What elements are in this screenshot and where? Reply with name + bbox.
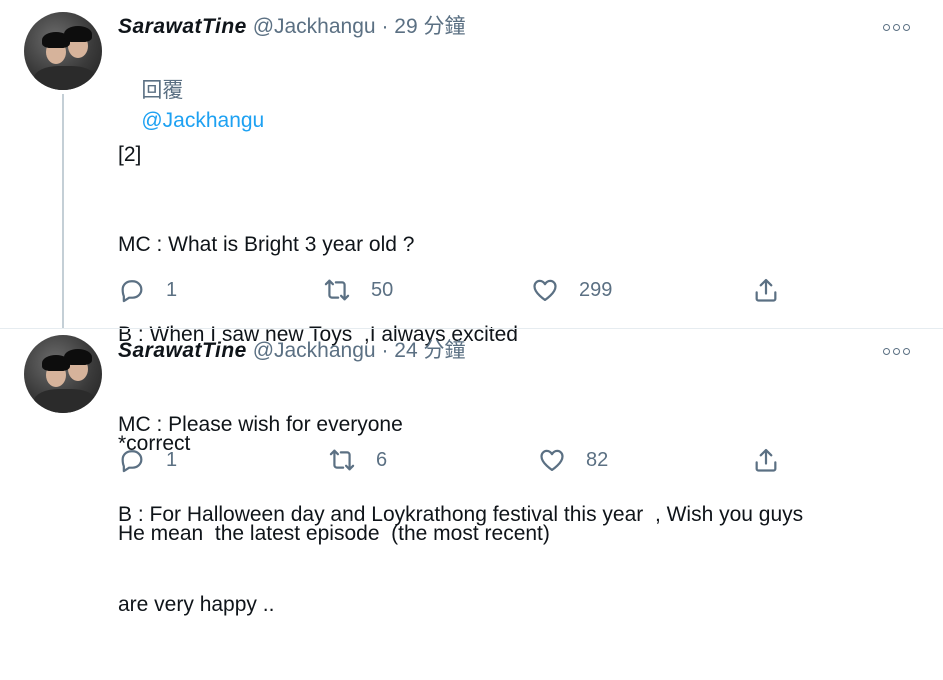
separator-dot: · bbox=[381, 339, 389, 362]
tweet-header: SarawatTine @Jackhangu · 29 分鐘 bbox=[118, 14, 465, 40]
tweet-line: He mean the latest episode (the most rec… bbox=[118, 522, 550, 545]
share-button[interactable] bbox=[752, 275, 780, 305]
tweet-time[interactable]: 24 分鐘 bbox=[394, 339, 465, 362]
like-button[interactable]: 82 bbox=[538, 445, 608, 475]
avatar[interactable] bbox=[24, 12, 102, 90]
reply-icon bbox=[121, 450, 143, 473]
tweet[interactable]: SarawatTine @Jackhangu · 24 分鐘 *correct … bbox=[0, 329, 943, 545]
retweet-icon bbox=[324, 279, 350, 301]
tweet-time[interactable]: 29 分鐘 bbox=[394, 15, 465, 38]
user-handle[interactable]: @Jackhangu bbox=[253, 339, 376, 362]
tweet-line: [2] bbox=[118, 143, 142, 166]
tweet-header: SarawatTine @Jackhangu · 24 分鐘 bbox=[118, 338, 465, 364]
separator-dot: · bbox=[381, 15, 389, 38]
retweet-button[interactable]: 50 bbox=[323, 275, 393, 305]
like-icon bbox=[540, 449, 564, 472]
tweet[interactable]: SarawatTine @Jackhangu · 29 分鐘 回覆 @Jackh… bbox=[0, 0, 943, 616]
retweet-button[interactable]: 6 bbox=[328, 445, 387, 475]
like-icon bbox=[533, 279, 557, 302]
display-name[interactable]: SarawatTine bbox=[118, 339, 247, 362]
thread-line bbox=[62, 94, 64, 328]
share-icon bbox=[755, 278, 777, 302]
more-icon[interactable] bbox=[883, 346, 911, 356]
retweet-count: 6 bbox=[376, 448, 388, 471]
reply-count: 1 bbox=[166, 278, 178, 301]
like-count: 299 bbox=[579, 278, 613, 301]
user-handle[interactable]: @Jackhangu bbox=[253, 15, 376, 38]
retweet-icon bbox=[329, 449, 355, 471]
avatar[interactable] bbox=[24, 335, 102, 413]
tweet-actions: 1 6 82 bbox=[118, 445, 798, 475]
tweet-line: MC : What is Bright 3 year old ? bbox=[118, 233, 415, 256]
share-button[interactable] bbox=[752, 445, 780, 475]
more-icon[interactable] bbox=[883, 22, 911, 32]
display-name[interactable]: SarawatTine bbox=[118, 15, 247, 38]
reply-icon bbox=[121, 280, 143, 303]
tweet-actions: 1 50 299 bbox=[118, 275, 798, 305]
reply-count: 1 bbox=[166, 448, 178, 471]
reply-button[interactable]: 1 bbox=[118, 445, 177, 475]
retweet-count: 50 bbox=[371, 278, 394, 301]
like-count: 82 bbox=[586, 448, 609, 471]
like-button[interactable]: 299 bbox=[531, 275, 612, 305]
tweet-text: *correct He mean the latest episode (the… bbox=[118, 369, 918, 609]
reply-button[interactable]: 1 bbox=[118, 275, 177, 305]
share-icon bbox=[755, 448, 777, 472]
